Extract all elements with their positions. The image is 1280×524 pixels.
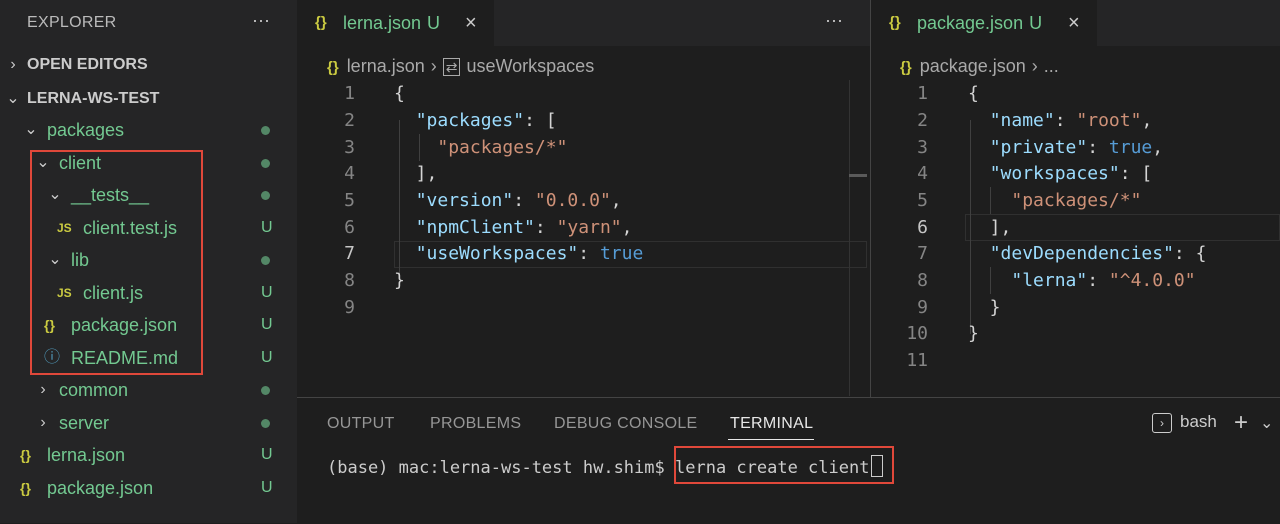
chevron-down-icon: ⌄: [24, 121, 38, 138]
modified-dot-icon: [261, 159, 270, 168]
chevron-right-icon: ›: [10, 56, 16, 73]
left-editor-tabbar: {} lerna.json U × ···: [297, 0, 870, 46]
tab-output[interactable]: OUTPUT: [327, 415, 395, 433]
close-icon[interactable]: ×: [1068, 0, 1080, 46]
tab-problems[interactable]: PROBLEMS: [430, 415, 521, 433]
modified-dot-icon: [261, 256, 270, 265]
chevron-down-icon: ⌄: [6, 90, 20, 107]
tree-file-lerna-json[interactable]: {} lerna.json U: [0, 439, 297, 471]
breadcrumb-more[interactable]: ...: [1044, 56, 1059, 76]
tab-lerna-json[interactable]: {} lerna.json U ×: [297, 0, 494, 46]
modified-dot-icon: [261, 386, 270, 395]
json-file-icon: {}: [20, 480, 31, 496]
breadcrumb-file[interactable]: lerna.json: [347, 56, 425, 76]
minimap-slider[interactable]: [849, 174, 867, 177]
new-terminal-icon[interactable]: +: [1234, 409, 1248, 437]
tab-terminal[interactable]: TERMINAL: [730, 415, 813, 433]
tree-folder-packages[interactable]: ⌄ packages: [0, 114, 297, 146]
untracked-status: U: [261, 479, 273, 496]
tree-file-root-package-json[interactable]: {} package.json U: [0, 472, 297, 504]
breadcrumb-file[interactable]: package.json: [920, 56, 1026, 76]
symbol-property-icon: ⇄: [442, 58, 461, 76]
explorer-title: EXPLORER: [27, 14, 117, 31]
tab-package-json[interactable]: {} package.json U ×: [871, 0, 1097, 46]
modified-dot-icon: [261, 419, 270, 428]
chevron-right-icon: ›: [1031, 56, 1038, 76]
json-file-icon: {}: [889, 14, 901, 31]
untracked-status: U: [261, 446, 273, 463]
current-line-highlight: [965, 214, 1280, 241]
tree-folder-server[interactable]: › server: [0, 407, 297, 439]
tab-debug-console[interactable]: DEBUG CONSOLE: [554, 415, 698, 433]
chevron-right-icon: ›: [40, 414, 46, 431]
active-tab-underline: [728, 439, 814, 440]
bottom-panel: OUTPUT PROBLEMS DEBUG CONSOLE TERMINAL ›…: [297, 397, 1280, 524]
untracked-status: U: [261, 349, 273, 366]
chevron-right-icon: ›: [430, 56, 437, 76]
chevron-right-icon: ›: [40, 381, 46, 398]
lerna-json-editor[interactable]: 1 2 3 4 5 6 7 8 9 { "packages": [ "packa…: [297, 80, 870, 396]
json-file-icon: {}: [20, 447, 31, 463]
json-file-icon: {}: [900, 59, 912, 76]
terminal-prompt: (base) mac:lerna-ws-test hw.shim$: [327, 458, 675, 478]
right-editor-tabbar: {} package.json U ×: [871, 0, 1280, 46]
tree-folder-common[interactable]: › common: [0, 374, 297, 406]
terminal-icon: ›: [1152, 412, 1172, 433]
chevron-down-icon[interactable]: ⌄: [1260, 413, 1273, 433]
terminal-selector[interactable]: › bash: [1152, 412, 1217, 438]
breadcrumb-symbol[interactable]: useWorkspaces: [466, 56, 594, 76]
modified-dot-icon: [261, 126, 270, 135]
modified-dot-icon: [261, 191, 270, 200]
open-editors-section[interactable]: › OPEN EDITORS: [0, 50, 297, 80]
more-actions-icon[interactable]: ···: [825, 10, 843, 31]
untracked-status: U: [261, 316, 273, 333]
more-actions-icon[interactable]: ···: [252, 10, 270, 31]
explorer-sidebar: EXPLORER ··· › OPEN EDITORS ⌄ LERNA-WS-T…: [0, 0, 297, 523]
client-package-highlight: [30, 150, 203, 375]
untracked-status: U: [261, 219, 273, 236]
package-json-editor[interactable]: 1 2 3 4 5 6 7 8 9 10 11 { "name": "root"…: [871, 80, 1280, 396]
minimap-border: [849, 80, 850, 396]
json-file-icon: {}: [315, 14, 327, 31]
json-file-icon: {}: [327, 59, 339, 76]
workspace-section[interactable]: ⌄ LERNA-WS-TEST: [0, 84, 297, 114]
close-icon[interactable]: ×: [465, 0, 477, 46]
untracked-status: U: [261, 284, 273, 301]
command-highlight: [674, 446, 894, 484]
